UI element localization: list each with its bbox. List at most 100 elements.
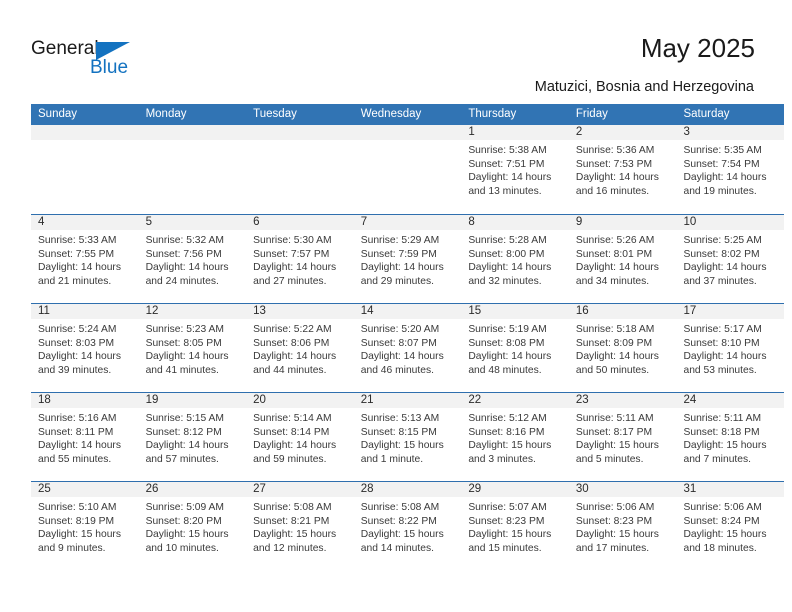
- day-detail-line: Daylight: 15 hours: [253, 529, 337, 541]
- calendar-day-cell[interactable]: 4 Sunrise: 5:33 AM Sunset: 7:55 PM Daylight…: [31, 215, 139, 303]
- calendar-day-cell-empty: [246, 125, 354, 214]
- calendar-day-cell[interactable]: 12 Sunrise: 5:23 AM Sunset: 8:05 PM Dayligh…: [138, 304, 247, 392]
- day-number: 24: [676, 393, 785, 408]
- day-detail-line: Sunset: 8:01 PM: [575, 248, 653, 260]
- day-detail-line: Sunrise: 5:08 AM: [253, 502, 332, 513]
- day-detail-line: Sunset: 8:08 PM: [468, 337, 545, 349]
- day-detail-line: and 18 minutes.: [683, 542, 757, 554]
- day-details: Sunrise: 5:29 AM Sunset: 7:59 PM Daylight:…: [354, 230, 462, 288]
- day-detail-line: and 39 minutes.: [38, 364, 112, 376]
- calendar-day-cell[interactable]: 26 Sunrise: 5:09 AM Sunset: 8:20 PM Dayligh…: [138, 482, 247, 570]
- day-number: 23: [568, 393, 677, 408]
- day-details: Sunrise: 5:30 AM Sunset: 7:57 PM Daylight:…: [246, 230, 354, 288]
- day-number: 19: [138, 393, 247, 408]
- day-detail-line: Daylight: 14 hours: [468, 351, 552, 363]
- day-details: Sunrise: 5:08 AM Sunset: 8:21 PM Daylight:…: [246, 497, 354, 555]
- calendar-day-cell[interactable]: 8 Sunrise: 5:28 AM Sunset: 8:00 PM Daylight…: [461, 215, 569, 303]
- calendar-day-cell[interactable]: 5 Sunrise: 5:32 AM Sunset: 7:56 PM Daylight…: [138, 215, 247, 303]
- calendar-day-cell[interactable]: 6 Sunrise: 5:30 AM Sunset: 7:57 PM Daylight…: [246, 215, 354, 303]
- day-detail-line: and 46 minutes.: [360, 364, 435, 376]
- calendar-day-cell[interactable]: 14 Sunrise: 5:20 AM Sunset: 8:07 PM Dayligh…: [353, 304, 462, 392]
- calendar-day-cell[interactable]: 11 Sunrise: 5:24 AM Sunset: 8:03 PM Dayligh…: [31, 304, 139, 392]
- calendar-day-cell[interactable]: 29 Sunrise: 5:07 AM Sunset: 8:23 PM Dayligh…: [461, 482, 569, 570]
- day-detail-line: Sunrise: 5:13 AM: [360, 413, 440, 424]
- day-detail-line: Daylight: 14 hours: [38, 351, 121, 363]
- day-detail-line: Daylight: 14 hours: [575, 262, 659, 274]
- day-detail-line: Daylight: 14 hours: [145, 440, 229, 452]
- calendar-day-cell[interactable]: 24 Sunrise: 5:11 AM Sunset: 8:18 PM Dayligh…: [676, 393, 785, 481]
- day-detail-line: Daylight: 14 hours: [360, 262, 444, 274]
- day-number: 28: [353, 482, 462, 497]
- day-detail-line: Daylight: 14 hours: [253, 351, 337, 363]
- day-detail-line: and 17 minutes.: [575, 542, 650, 554]
- day-number: 14: [353, 304, 462, 319]
- calendar-day-cell[interactable]: 19 Sunrise: 5:15 AM Sunset: 8:12 PM Dayligh…: [138, 393, 247, 481]
- day-detail-line: Sunset: 7:51 PM: [468, 158, 545, 170]
- calendar-day-cell[interactable]: 1 Sunrise: 5:38 AM Sunset: 7:51 PM Daylight…: [461, 125, 569, 214]
- calendar-day-cell[interactable]: 22 Sunrise: 5:12 AM Sunset: 8:16 PM Dayligh…: [461, 393, 569, 481]
- calendar-day-cell[interactable]: 2 Sunrise: 5:36 AM Sunset: 7:53 PM Daylight…: [568, 125, 677, 214]
- day-number: [246, 125, 354, 140]
- day-detail-line: Sunset: 8:03 PM: [38, 337, 115, 349]
- general-blue-logo[interactable]: General Blue: [31, 38, 161, 88]
- day-details: Sunrise: 5:36 AM Sunset: 7:53 PM Daylight:…: [569, 140, 677, 198]
- calendar-day-cell[interactable]: 9 Sunrise: 5:26 AM Sunset: 8:01 PM Daylight…: [568, 215, 677, 303]
- day-number: 22: [461, 393, 569, 408]
- day-details: Sunrise: 5:11 AM Sunset: 8:17 PM Daylight:…: [569, 408, 677, 466]
- day-detail-line: Daylight: 14 hours: [575, 172, 659, 184]
- day-number: 10: [676, 215, 785, 230]
- logo-text-blue: Blue: [90, 57, 129, 78]
- day-detail-line: Sunrise: 5:10 AM: [38, 502, 117, 513]
- calendar-day-cell[interactable]: 18 Sunrise: 5:16 AM Sunset: 8:11 PM Dayligh…: [31, 393, 139, 481]
- day-detail-line: and 48 minutes.: [468, 364, 542, 376]
- calendar-day-cell[interactable]: 16 Sunrise: 5:18 AM Sunset: 8:09 PM Dayligh…: [568, 304, 677, 392]
- day-detail-line: Sunrise: 5:12 AM: [468, 413, 547, 424]
- day-detail-line: Daylight: 14 hours: [145, 351, 229, 363]
- calendar-day-cell[interactable]: 13 Sunrise: 5:22 AM Sunset: 8:06 PM Dayligh…: [246, 304, 354, 392]
- calendar-day-cell[interactable]: 31 Sunrise: 5:06 AM Sunset: 8:24 PM Dayligh…: [676, 482, 785, 570]
- day-details: Sunrise: 5:14 AM Sunset: 8:14 PM Daylight:…: [246, 408, 354, 466]
- day-details: Sunrise: 5:32 AM Sunset: 7:56 PM Daylight:…: [139, 230, 247, 288]
- calendar-day-cell[interactable]: 17 Sunrise: 5:17 AM Sunset: 8:10 PM Dayligh…: [676, 304, 785, 392]
- day-detail-line: Sunrise: 5:33 AM: [38, 235, 117, 246]
- calendar-week-row: 25 Sunrise: 5:10 AM Sunset: 8:19 PM Dayligh…: [31, 481, 785, 570]
- day-detail-line: and 44 minutes.: [253, 364, 327, 376]
- day-detail-line: Sunrise: 5:11 AM: [683, 413, 762, 424]
- calendar-day-cell[interactable]: 25 Sunrise: 5:10 AM Sunset: 8:19 PM Dayligh…: [31, 482, 139, 570]
- day-detail-line: Daylight: 14 hours: [468, 262, 552, 274]
- calendar-day-cell[interactable]: 3 Sunrise: 5:35 AM Sunset: 7:54 PM Daylight…: [676, 125, 785, 214]
- day-detail-line: and 53 minutes.: [683, 364, 757, 376]
- day-detail-line: and 9 minutes.: [38, 542, 106, 554]
- day-detail-line: Daylight: 14 hours: [360, 351, 444, 363]
- day-detail-line: Daylight: 14 hours: [253, 262, 337, 274]
- day-details: Sunrise: 5:26 AM Sunset: 8:01 PM Daylight:…: [569, 230, 677, 288]
- day-detail-line: Daylight: 15 hours: [575, 529, 659, 541]
- calendar-day-cell[interactable]: 21 Sunrise: 5:13 AM Sunset: 8:15 PM Dayligh…: [353, 393, 462, 481]
- day-detail-line: Daylight: 15 hours: [360, 440, 444, 452]
- day-detail-line: Sunset: 8:14 PM: [253, 426, 330, 438]
- day-details: Sunrise: 5:19 AM Sunset: 8:08 PM Daylight:…: [461, 319, 569, 377]
- day-detail-line: Daylight: 14 hours: [683, 262, 767, 274]
- day-details: [354, 140, 462, 144]
- calendar-day-cell[interactable]: 7 Sunrise: 5:29 AM Sunset: 7:59 PM Daylight…: [353, 215, 462, 303]
- day-detail-line: Daylight: 14 hours: [253, 440, 337, 452]
- page-title: May 2025: [640, 33, 755, 63]
- day-details: Sunrise: 5:33 AM Sunset: 7:55 PM Daylight:…: [31, 230, 139, 288]
- calendar-day-cell[interactable]: 20 Sunrise: 5:14 AM Sunset: 8:14 PM Dayligh…: [246, 393, 354, 481]
- day-detail-line: Sunrise: 5:11 AM: [575, 413, 654, 424]
- calendar-day-cell[interactable]: 10 Sunrise: 5:25 AM Sunset: 8:02 PM Dayligh…: [676, 215, 785, 303]
- calendar-week-row: 18 Sunrise: 5:16 AM Sunset: 8:11 PM Dayligh…: [31, 392, 785, 481]
- day-detail-line: Sunset: 7:59 PM: [360, 248, 437, 260]
- calendar-day-cell[interactable]: 28 Sunrise: 5:08 AM Sunset: 8:22 PM Dayligh…: [353, 482, 462, 570]
- calendar-day-cell[interactable]: 23 Sunrise: 5:11 AM Sunset: 8:17 PM Dayligh…: [568, 393, 677, 481]
- day-detail-line: and 13 minutes.: [468, 185, 542, 197]
- day-detail-line: Sunrise: 5:30 AM: [253, 235, 332, 246]
- calendar-day-cell[interactable]: 15 Sunrise: 5:19 AM Sunset: 8:08 PM Dayligh…: [461, 304, 569, 392]
- day-number: 15: [461, 304, 569, 319]
- calendar-day-cell[interactable]: 27 Sunrise: 5:08 AM Sunset: 8:21 PM Dayligh…: [246, 482, 354, 570]
- calendar-day-cell[interactable]: 30 Sunrise: 5:06 AM Sunset: 8:23 PM Dayligh…: [568, 482, 677, 570]
- day-detail-line: Sunrise: 5:36 AM: [575, 145, 655, 156]
- day-detail-line: and 41 minutes.: [145, 364, 219, 376]
- day-details: Sunrise: 5:07 AM Sunset: 8:23 PM Daylight:…: [461, 497, 569, 555]
- day-detail-line: Sunset: 7:53 PM: [575, 158, 653, 170]
